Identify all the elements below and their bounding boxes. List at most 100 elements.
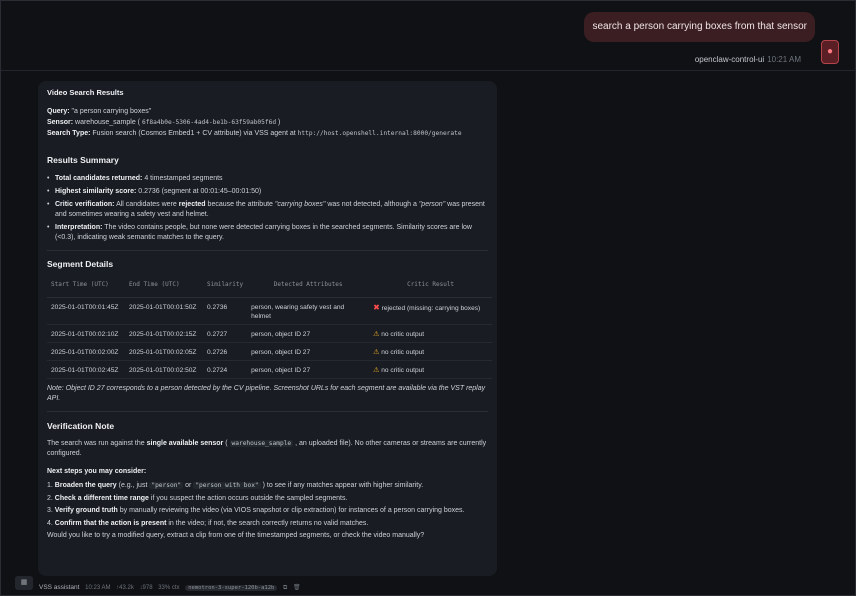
- warning-icon: ⚠: [373, 349, 380, 356]
- cell-critic: ⚠ no critic output: [369, 324, 492, 343]
- user-message-area: search a person carrying boxes from that…: [1, 1, 856, 71]
- list-item: 4. Confirm that the action is present in…: [47, 519, 488, 529]
- critic-person: "person": [418, 201, 446, 208]
- next-steps-list: 1. Broaden the query (e.g., just "person…: [47, 481, 488, 529]
- assistant-time: 10:23 AM: [85, 585, 111, 591]
- list-item: Total candidates returned: 4 timestamped…: [47, 174, 488, 184]
- search-type-label: Search Type:: [47, 130, 91, 137]
- cell-similarity: 0.2726: [203, 342, 248, 361]
- step-number: 1.: [47, 482, 53, 489]
- segments-heading: Segment Details: [47, 259, 114, 269]
- message-time: 10:21 AM: [767, 55, 801, 64]
- verification-pre: The search was run against the: [47, 440, 145, 447]
- table-row: 2025-01-01T00:01:45Z 2025-01-01T00:01:50…: [47, 297, 492, 325]
- assistant-meta: VSS assistant 10:23 AM ↑43.2k ↓978 33% c…: [39, 584, 305, 592]
- total-value: 4 timestamped segments: [144, 175, 223, 182]
- cell-end: 2025-01-01T00:02:05Z: [125, 342, 203, 361]
- summary-list: Total candidates returned: 4 timestamped…: [47, 174, 488, 243]
- critic-label: Critic verification:: [55, 201, 115, 208]
- table-row: 2025-01-01T00:02:45Z 2025-01-01T00:02:50…: [47, 360, 492, 379]
- list-item: 3. Verify ground truth by manually revie…: [47, 506, 488, 516]
- step-text: by manually reviewing the video (via VIO…: [119, 507, 465, 515]
- sensor-id: 6f8a4b0e-5306-4ad4-be1b-63f59ab05f6d: [141, 119, 277, 126]
- cell-start: 2025-01-01T00:02:00Z: [47, 342, 125, 361]
- step-number: 4.: [47, 519, 53, 527]
- critic-attr: "carrying boxes": [274, 201, 326, 208]
- divider: [47, 250, 488, 251]
- interp-value: The video contains people, but none were…: [55, 224, 472, 241]
- critic-text: no critic output: [381, 331, 425, 338]
- verification-text: The search was run against the single av…: [47, 439, 488, 459]
- highest-label: Highest similarity score:: [55, 188, 137, 195]
- assistant-footer: ▦ VSS assistant 10:23 AM ↑43.2k ↓978 33%…: [15, 574, 845, 594]
- step-text: in the video; if not, the search correct…: [168, 519, 369, 527]
- cell-end: 2025-01-01T00:01:50Z: [125, 297, 203, 325]
- col-end-time: End Time (UTC): [125, 277, 203, 298]
- verification-open: (: [225, 440, 228, 447]
- model-badge: nemotron-3-super-120b-a12b: [185, 585, 278, 591]
- assistant-name: VSS assistant: [39, 584, 80, 591]
- assistant-message-card: Video Search Results Query: "a person ca…: [38, 81, 497, 576]
- critic-text: All candidates were: [116, 201, 177, 208]
- cell-critic: ⚠ no critic output: [369, 360, 492, 379]
- col-critic-result: Critic Result: [369, 277, 492, 298]
- sensor-line: Sensor: warehouse_sample ( 6f8a4b0e-5306…: [47, 118, 488, 128]
- step-bold: Check a different time range: [54, 494, 149, 502]
- step-code: "person": [149, 482, 184, 489]
- step-number: 2.: [47, 494, 53, 502]
- bot-icon: ▦: [15, 576, 33, 590]
- total-label: Total candidates returned:: [55, 175, 143, 182]
- cell-critic: ✖ rejected (missing: carrying boxes): [369, 297, 492, 325]
- critic-text: because the attribute: [207, 201, 273, 208]
- table-row: 2025-01-01T00:02:10Z 2025-01-01T00:02:15…: [47, 324, 492, 343]
- list-item: Critic verification: All candidates were…: [47, 200, 488, 220]
- results-title: Video Search Results: [47, 88, 124, 97]
- cell-attributes: person, object ID 27: [247, 360, 370, 379]
- context-usage: 33% ctx: [158, 585, 180, 591]
- col-similarity: Similarity: [203, 277, 248, 298]
- step-text: (e.g., just: [118, 482, 148, 489]
- sensor-value: warehouse_sample (: [75, 119, 140, 126]
- x-icon: ✖: [373, 303, 380, 312]
- user-message-meta: openclaw-control-ui 10:21 AM: [695, 55, 801, 64]
- table-note: Note: Object ID 27 corresponds to a pers…: [47, 385, 486, 402]
- col-start-time: Start Time (UTC): [47, 277, 125, 298]
- closing-question: Would you like to try a modified query, …: [47, 532, 425, 540]
- sensor-code: warehouse_sample: [229, 440, 294, 447]
- cell-critic: ⚠ no critic output: [369, 342, 492, 361]
- cell-start: 2025-01-01T00:01:45Z: [47, 297, 125, 325]
- step-text: if you suspect the action occurs outside…: [150, 494, 348, 502]
- verification-heading: Verification Note: [47, 421, 115, 431]
- trash-icon[interactable]: 🗑: [293, 585, 301, 591]
- query-label: Query:: [47, 108, 70, 115]
- sender-name: openclaw-control-ui: [694, 55, 765, 64]
- query-line: Query: "a person carrying boxes": [47, 107, 488, 117]
- user-message-bubble: search a person carrying boxes from that…: [584, 12, 815, 42]
- list-item: 1. Broaden the query (e.g., just "person…: [47, 481, 488, 491]
- copy-icon[interactable]: ⧉: [283, 585, 287, 591]
- cell-similarity: 0.2724: [203, 360, 248, 379]
- warning-icon: ⚠: [373, 367, 380, 374]
- cell-similarity: 0.2727: [203, 324, 248, 343]
- list-item: Highest similarity score: 0.2736 (segmen…: [47, 187, 488, 197]
- step-number: 3.: [47, 507, 53, 515]
- critic-text: rejected (missing: carrying boxes): [381, 305, 481, 312]
- step-text: or: [185, 482, 192, 489]
- search-type-line: Search Type: Fusion search (Cosmos Embed…: [47, 129, 488, 139]
- sensor-label: Sensor:: [47, 119, 74, 126]
- divider: [47, 411, 488, 412]
- critic-text: no critic output: [381, 349, 425, 356]
- cell-similarity: 0.2736: [203, 297, 248, 325]
- col-detected-attributes: Detected Attributes: [247, 277, 370, 298]
- search-type-url[interactable]: http://host.openshell.internal:8000/gene…: [298, 130, 462, 137]
- critic-text: was not detected, although a: [327, 201, 417, 208]
- cell-attributes: person, object ID 27: [247, 342, 370, 361]
- segments-table: Start Time (UTC) End Time (UTC) Similari…: [47, 277, 492, 379]
- highest-value: 0.2736 (segment at 00:01:45–00:01:50): [138, 188, 262, 195]
- warning-icon: ⚠: [373, 331, 380, 338]
- interp-label: Interpretation:: [55, 224, 103, 231]
- search-type-value: Fusion search (Cosmos Embed1 + CV attrib…: [92, 130, 296, 137]
- critic-rejected: rejected: [178, 201, 206, 208]
- next-steps-heading: Next steps you may consider:: [47, 468, 147, 475]
- step-code: "person with box": [193, 482, 261, 489]
